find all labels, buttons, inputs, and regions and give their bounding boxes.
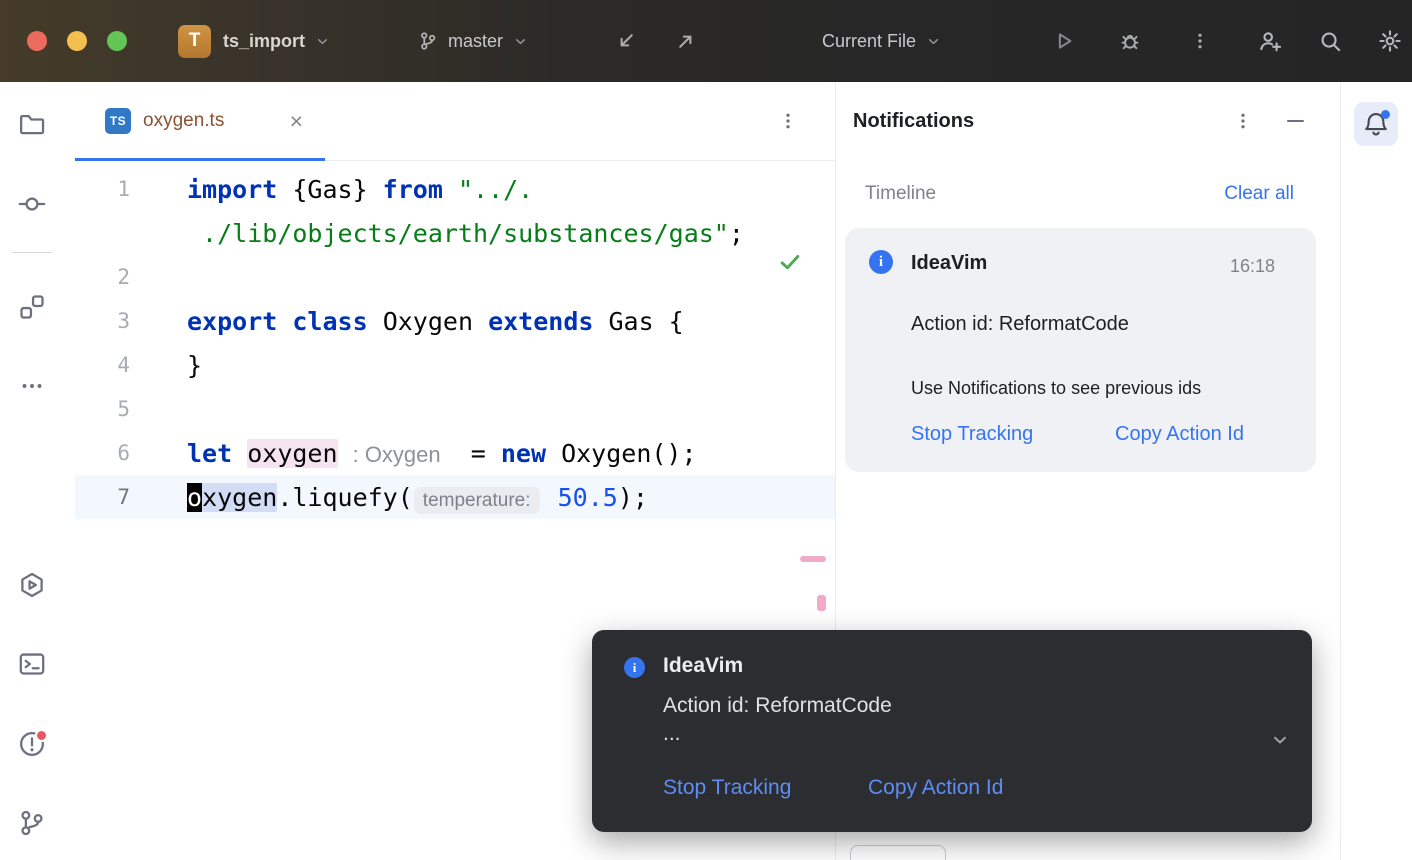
branch-widget[interactable]: master — [418, 0, 528, 82]
stop-tracking-link[interactable]: Stop Tracking — [911, 423, 1033, 446]
chevron-down-icon — [513, 34, 528, 49]
inspection-ok-icon[interactable] — [777, 249, 803, 280]
project-folder-icon[interactable] — [10, 102, 54, 146]
version-control-icon[interactable] — [10, 801, 54, 845]
notification-badge — [1381, 110, 1390, 119]
hide-panel-icon[interactable] — [1276, 102, 1314, 140]
timeline-tab[interactable]: Timeline — [865, 183, 936, 205]
line-number: 3 — [75, 309, 130, 333]
left-toolwindow-strip — [0, 82, 76, 860]
traffic-lights — [27, 0, 147, 82]
debug-icon[interactable] — [1108, 0, 1152, 82]
notification-source: IdeaVim — [911, 252, 987, 275]
notification-card: IdeaVim 16:18 Action id: ReformatCode Us… — [845, 228, 1316, 472]
search-icon[interactable] — [1308, 0, 1352, 82]
clear-all-link[interactable]: Clear all — [1224, 183, 1294, 205]
strip-divider — [12, 252, 52, 253]
branch-name: master — [448, 31, 503, 52]
run-configuration-name: Current File — [822, 31, 916, 52]
copy-action-id-link[interactable]: Copy Action Id — [868, 776, 1003, 800]
expand-toast-icon[interactable] — [1270, 730, 1290, 755]
right-toolwindow-strip — [1340, 82, 1412, 860]
close-tab-icon[interactable]: × — [290, 110, 303, 133]
zoom-window-button[interactable] — [107, 31, 127, 51]
line-number: 4 — [75, 353, 130, 377]
chevron-down-icon — [315, 34, 330, 49]
code-line[interactable]: 1import {Gas} from "../. — [75, 167, 835, 211]
ide-window: T ts_import master Current File — [0, 0, 1412, 860]
panel-title: Notifications — [853, 110, 974, 133]
more-icon[interactable] — [1178, 0, 1222, 82]
info-icon — [869, 250, 893, 274]
notification-toast: IdeaVim Action id: ReformatCode ... Stop… — [592, 630, 1312, 832]
project-name: ts_import — [223, 31, 305, 52]
copy-action-id-link[interactable]: Copy Action Id — [1115, 423, 1244, 446]
commit-icon[interactable] — [10, 182, 54, 226]
structure-icon[interactable] — [10, 285, 54, 329]
run-configuration-widget[interactable]: Current File — [822, 0, 941, 82]
chevron-down-icon — [926, 34, 941, 49]
project-widget[interactable]: T ts_import — [178, 0, 330, 82]
line-number: 7 — [75, 485, 130, 509]
code-line[interactable]: 2 — [75, 255, 835, 299]
code-line[interactable]: 4} — [75, 343, 835, 387]
info-icon — [624, 657, 645, 678]
update-project-icon[interactable] — [604, 0, 648, 82]
code-line[interactable]: ./lib/objects/earth/substances/gas"; — [75, 211, 835, 255]
code-line[interactable]: 7oxygen.liquefy(temperature: 50.5); — [75, 475, 835, 519]
toast-ellipsis: ... — [663, 722, 681, 746]
panel-options-icon[interactable] — [1224, 102, 1262, 140]
code-line[interactable]: 3export class Oxygen extends Gas { — [75, 299, 835, 343]
notification-text: Action id: ReformatCode — [911, 313, 1129, 336]
notifications-bell-icon[interactable] — [1354, 102, 1398, 146]
notification-subtext: Use Notifications to see previous ids — [911, 378, 1201, 399]
editor-tabbar: TS oxygen.ts × — [75, 82, 835, 161]
toast-text: Action id: ReformatCode — [663, 694, 892, 718]
notification-time: 16:18 — [1230, 256, 1275, 277]
code-line[interactable]: 5 — [75, 387, 835, 431]
vcs-change-marker[interactable] — [817, 595, 826, 611]
push-icon[interactable] — [664, 0, 708, 82]
project-icon: T — [178, 25, 211, 58]
tab-title: oxygen.ts — [143, 110, 224, 132]
line-number: 5 — [75, 397, 130, 421]
hidden-popup-top — [850, 845, 946, 860]
typescript-file-icon: TS — [105, 108, 131, 134]
settings-icon[interactable] — [1368, 0, 1412, 82]
tab-oxygen-ts[interactable]: TS oxygen.ts × — [75, 82, 325, 160]
more-tool-windows-icon[interactable] — [10, 364, 54, 408]
problems-icon[interactable] — [10, 722, 54, 766]
minimize-window-button[interactable] — [67, 31, 87, 51]
vcs-change-marker[interactable] — [800, 556, 826, 562]
terminal-icon[interactable] — [10, 642, 54, 686]
problems-badge — [35, 729, 48, 742]
run-icon[interactable] — [1042, 0, 1086, 82]
close-window-button[interactable] — [27, 31, 47, 51]
line-number: 6 — [75, 441, 130, 465]
line-number: 1 — [75, 177, 130, 201]
code-line[interactable]: 6let oxygen : Oxygen = new Oxygen(); — [75, 431, 835, 475]
code-rows: 1import {Gas} from "../. ./lib/objects/e… — [75, 167, 835, 519]
add-user-icon[interactable] — [1248, 0, 1292, 82]
branch-icon — [418, 31, 438, 51]
stop-tracking-link[interactable]: Stop Tracking — [663, 776, 791, 800]
tab-options-icon[interactable] — [769, 102, 807, 140]
line-number: 2 — [75, 265, 130, 289]
toast-source: IdeaVim — [663, 654, 743, 678]
titlebar: T ts_import master Current File — [0, 0, 1412, 82]
services-icon[interactable] — [10, 563, 54, 607]
